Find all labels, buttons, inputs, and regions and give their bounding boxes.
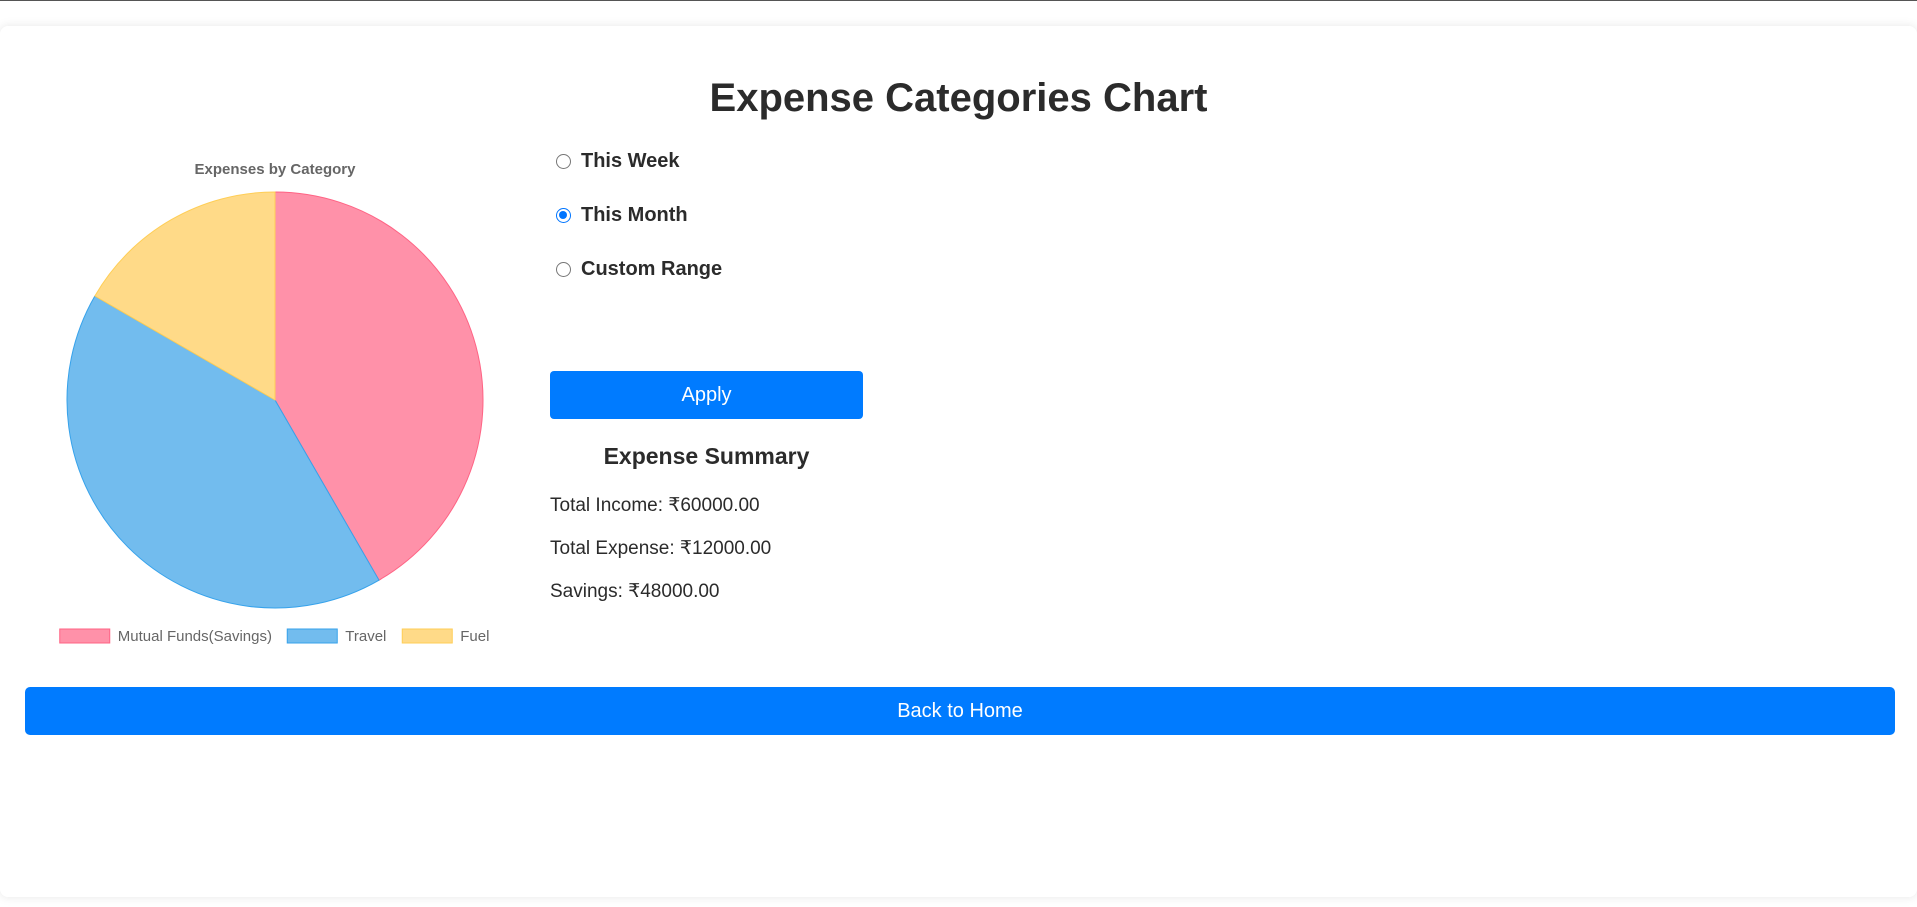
radio-button[interactable] — [556, 208, 571, 223]
radio-label: This Week — [581, 150, 680, 172]
radio-this-month[interactable]: This Month — [550, 204, 688, 227]
page-title: Expense Categories Chart — [709, 76, 1208, 120]
top-border-line — [0, 0, 1917, 1]
radio-this-week[interactable]: This Week — [550, 150, 680, 173]
radio-button[interactable] — [556, 154, 571, 169]
back-to-home-button[interactable]: Back to Home — [25, 687, 1895, 735]
radio-label: Custom Range — [581, 258, 723, 280]
radio-label: This Month — [581, 204, 688, 226]
total-income-text: Total Income: ₹60000.00 — [550, 495, 760, 516]
expense-pie-chart: Expenses by Category Mutual Funds(Saving… — [40, 155, 510, 645]
radio-button[interactable] — [556, 262, 571, 277]
pie-slices — [66, 191, 484, 609]
expense-summary-title: Expense Summary — [603, 443, 810, 469]
legend-swatch[interactable] — [59, 628, 111, 644]
savings-text: Savings: ₹48000.00 — [550, 581, 720, 602]
legend-swatch[interactable] — [401, 628, 453, 644]
pie-chart-svg: Expenses by Category Mutual Funds(Saving… — [59, 161, 489, 645]
legend-swatch[interactable] — [286, 628, 338, 644]
apply-button[interactable]: Apply — [550, 371, 863, 419]
total-expense-text: Total Expense: ₹12000.00 — [550, 538, 772, 559]
legend-label[interactable]: Mutual Funds(Savings) — [118, 628, 272, 645]
chart-legend: Mutual Funds(Savings) Travel Fuel — [59, 628, 489, 645]
legend-label[interactable]: Travel — [345, 628, 386, 645]
chart-title: Expenses by Category — [195, 161, 357, 178]
radio-custom-range[interactable]: Custom Range — [550, 258, 722, 281]
legend-label[interactable]: Fuel — [460, 628, 489, 645]
